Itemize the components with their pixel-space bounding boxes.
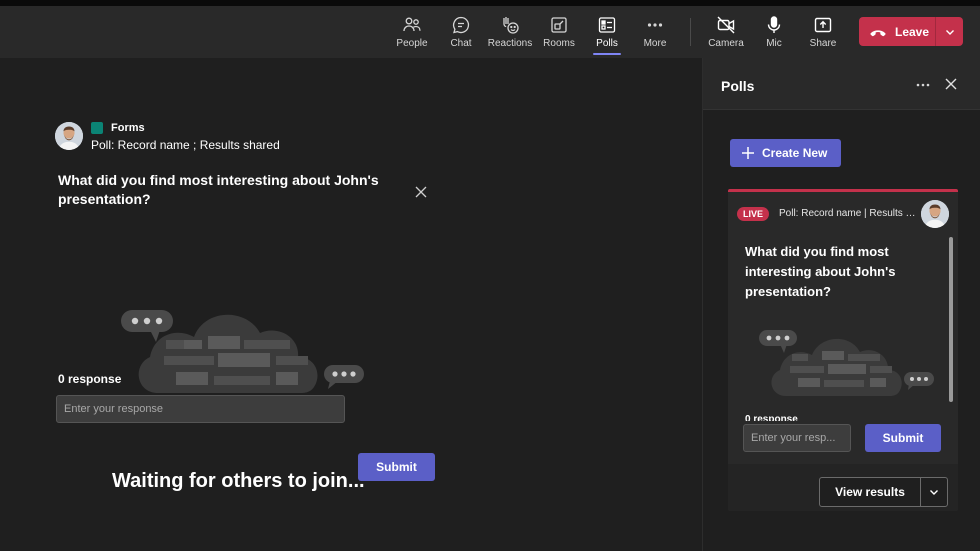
toolbar-more-button[interactable]: More <box>627 6 683 58</box>
panel-more-options-button[interactable] <box>913 75 933 95</box>
live-poll-submit-button[interactable]: Submit <box>865 424 941 452</box>
rooms-icon <box>551 17 567 33</box>
live-poll-illustration <box>759 330 934 396</box>
create-new-label: Create New <box>762 146 828 160</box>
poll-card-header: Forms Poll: Record name ; Results shared <box>55 120 445 160</box>
live-poll-response-input[interactable] <box>743 424 851 452</box>
toolbar-chat-button[interactable]: Chat <box>433 6 489 58</box>
waiting-message: Waiting for others to join... <box>112 470 365 492</box>
live-poll-card: LIVE Poll: Record name | Results shared … <box>728 189 958 511</box>
share-icon <box>814 17 832 33</box>
toolbar-more-label: More <box>643 38 667 49</box>
close-icon <box>415 186 427 198</box>
toolbar-polls-label: Polls <box>596 38 618 49</box>
toolbar-divider <box>690 18 691 46</box>
toolbar-camera-label: Camera <box>708 38 744 49</box>
submit-button[interactable]: Submit <box>358 453 435 481</box>
live-poll-response-count: 0 response <box>745 414 798 421</box>
poll-author-avatar <box>55 122 83 150</box>
leave-label: Leave <box>895 24 930 39</box>
close-icon <box>945 78 957 90</box>
phone-hangup-icon <box>870 29 886 36</box>
chat-icon <box>452 16 470 34</box>
leave-button[interactable]: Leave <box>859 17 935 46</box>
more-icon <box>647 23 663 27</box>
leave-options-button[interactable] <box>936 17 963 46</box>
poll-close-button[interactable] <box>413 184 429 200</box>
view-results-button[interactable]: View results <box>820 485 920 499</box>
response-input[interactable] <box>56 395 345 423</box>
toolbar-reactions-label: Reactions <box>487 38 533 49</box>
more-horizontal-icon <box>916 83 930 87</box>
live-poll-author-avatar <box>921 200 949 228</box>
toolbar-mic-label: Mic <box>766 38 782 49</box>
camera-off-icon <box>717 16 735 34</box>
live-badge: LIVE <box>737 207 770 221</box>
chevron-down-icon <box>930 490 938 495</box>
mic-icon <box>767 16 781 33</box>
people-icon <box>403 17 421 32</box>
create-new-poll-button[interactable]: Create New <box>730 139 841 167</box>
polls-panel-title: Polls <box>721 78 755 94</box>
live-poll-title: Poll: Record name | Results shared <box>779 208 919 219</box>
toolbar-share-button[interactable]: Share <box>795 6 851 58</box>
panel-close-button[interactable] <box>943 76 959 92</box>
polls-panel: Polls Create New LIVE Poll: Record name … <box>702 58 980 551</box>
plus-icon <box>742 147 754 159</box>
toolbar-people-label: People <box>396 38 428 49</box>
toolbar-mic-button[interactable]: Mic <box>746 6 802 58</box>
poll-title: Poll: Record name ; Results shared <box>91 138 280 152</box>
response-count: 0 response <box>58 372 122 386</box>
chevron-down-icon <box>945 29 954 35</box>
live-poll-scrollbar[interactable] <box>949 237 953 402</box>
active-tab-indicator <box>593 53 621 55</box>
forms-logo-icon <box>91 122 103 134</box>
toolbar-share-label: Share <box>809 38 837 49</box>
live-poll-question: What did you find most interesting about… <box>745 244 896 299</box>
toolbar-chat-label: Chat <box>450 38 472 49</box>
leave-button-group: Leave <box>859 17 963 46</box>
forms-app-name: Forms <box>111 122 145 134</box>
polls-icon <box>598 17 616 33</box>
polls-panel-header: Polls <box>703 58 980 110</box>
reactions-icon <box>503 17 519 34</box>
view-results-options-button[interactable] <box>921 478 947 506</box>
toolbar-people-button[interactable]: People <box>384 6 440 58</box>
poll-question: What did you find most interesting about… <box>58 172 379 207</box>
toolbar-reactions-button[interactable]: Reactions <box>482 6 538 58</box>
forms-app-label: Forms <box>91 122 145 134</box>
meeting-toolbar: People Chat Reactions Rooms Polls More C… <box>0 6 980 58</box>
view-results-button-group: View results <box>819 477 948 507</box>
toolbar-rooms-label: Rooms <box>543 38 575 49</box>
